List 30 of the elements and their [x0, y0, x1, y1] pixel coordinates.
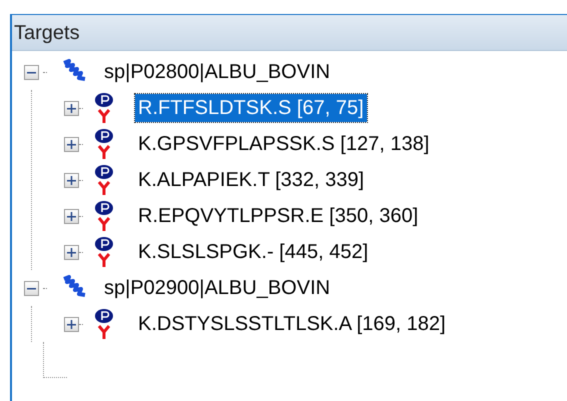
peptide-label[interactable]: K.SLSLSPGK.- [445, 452]	[135, 238, 372, 266]
expand-toggle[interactable]	[64, 100, 79, 116]
peptide-label[interactable]: K.GPSVFPLAPSSK.S [127, 138]	[135, 130, 432, 158]
protein-label[interactable]: sp|P02800|ALBU_BOVIN	[101, 58, 334, 86]
expand-toggle[interactable]	[64, 172, 79, 188]
plus-icon	[67, 140, 76, 148]
plus-icon	[67, 104, 76, 112]
phospho-peptide-icon	[93, 236, 115, 268]
plus-icon	[67, 320, 76, 328]
tree-connector-line	[43, 342, 67, 378]
plus-icon	[67, 212, 76, 220]
peptide-label[interactable]: R.FTFSLDTSK.S [67, 75]	[135, 94, 367, 122]
protein-label[interactable]: sp|P02900|ALBU_BOVIN	[101, 274, 334, 302]
expand-toggle[interactable]	[64, 244, 79, 260]
phospho-peptide-icon	[93, 308, 115, 340]
expand-toggle[interactable]	[64, 208, 79, 224]
expand-toggle[interactable]	[64, 136, 79, 152]
expand-toggle[interactable]	[64, 316, 79, 332]
panel-title: Targets	[14, 20, 80, 46]
peptide-label[interactable]: K.ALPAPIEK.T [332, 339]	[135, 166, 368, 194]
plus-icon	[67, 248, 76, 256]
collapse-toggle[interactable]	[24, 280, 39, 296]
plus-icon	[67, 176, 76, 184]
collapse-toggle[interactable]	[24, 64, 39, 80]
phospho-peptide-icon	[93, 128, 115, 160]
phospho-peptide-icon	[93, 92, 115, 124]
peptide-label[interactable]: K.DSTYSLSSTLTLSK.A [169, 182]	[135, 310, 449, 338]
peptide-label[interactable]: R.EPQVYTLPPSR.E [350, 360]	[135, 202, 422, 230]
phospho-peptide-icon	[93, 200, 115, 232]
phospho-peptide-icon	[93, 164, 115, 196]
